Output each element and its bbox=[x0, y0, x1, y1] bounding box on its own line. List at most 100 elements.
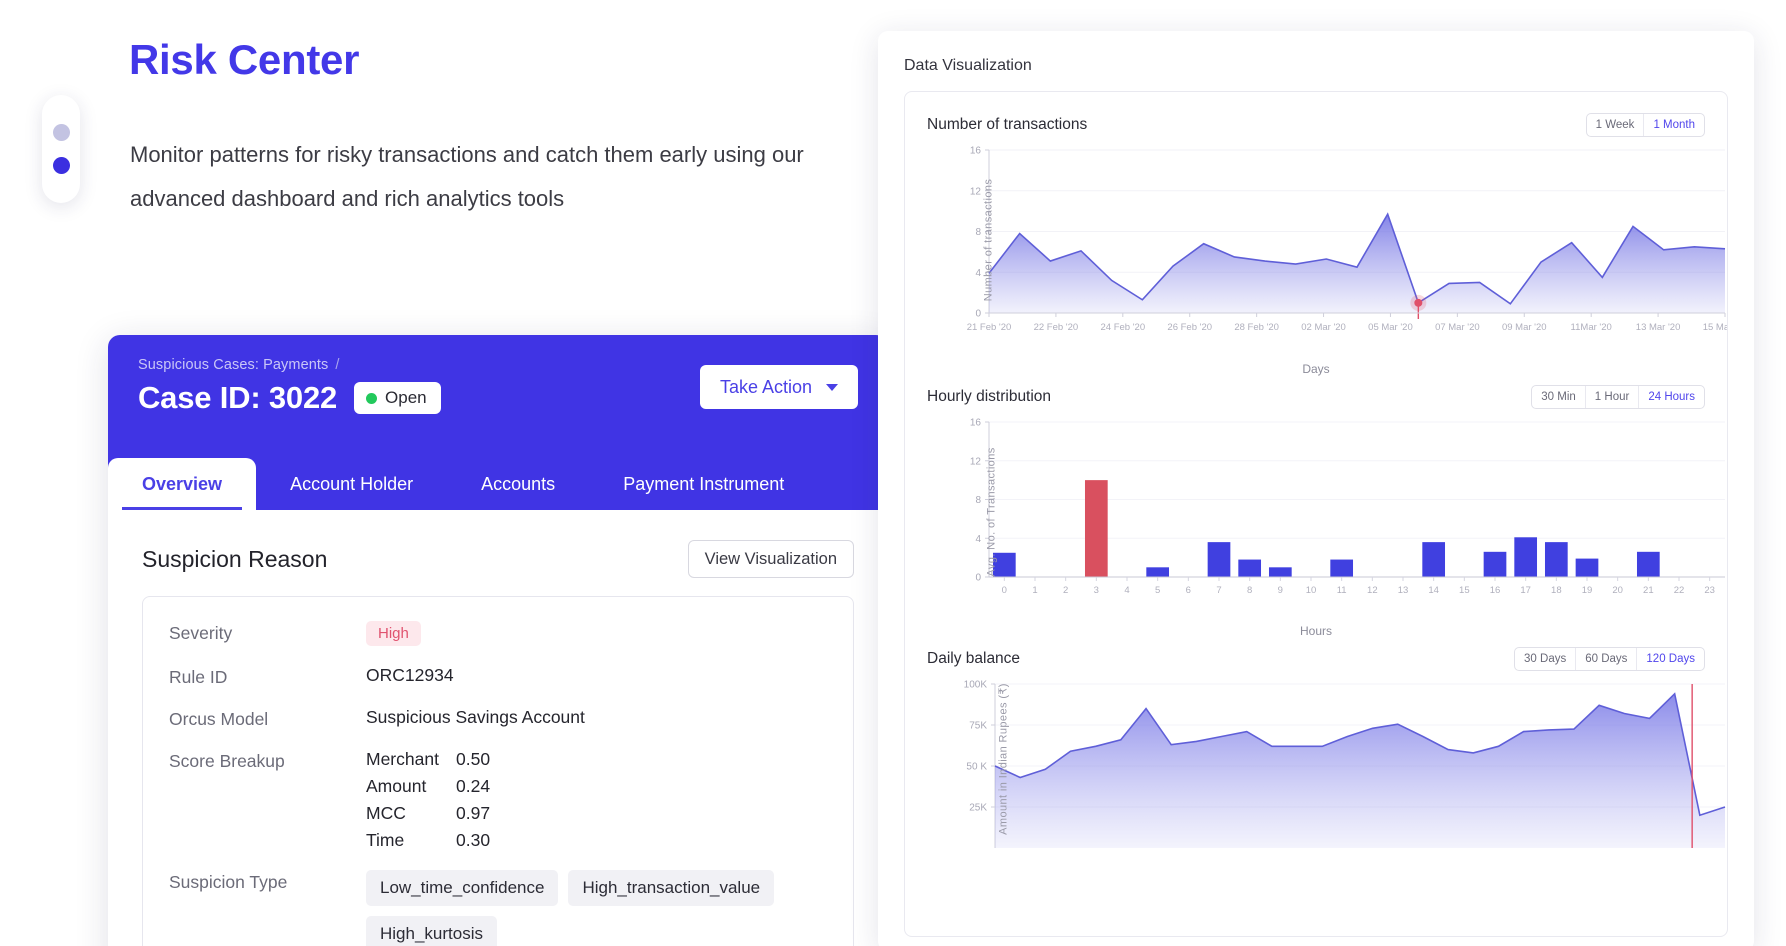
page-subtitle: Monitor patterns for risky transactions … bbox=[130, 142, 804, 211]
svg-text:19: 19 bbox=[1582, 585, 1593, 596]
svg-text:21: 21 bbox=[1643, 585, 1654, 596]
svg-text:0: 0 bbox=[975, 573, 981, 584]
svg-text:12: 12 bbox=[970, 456, 982, 467]
chevron-down-icon bbox=[826, 383, 838, 391]
breadcrumb-separator: / bbox=[335, 357, 340, 373]
range-30-min[interactable]: 30 Min bbox=[1532, 386, 1586, 408]
orcus-model-value: Suspicious Savings Account bbox=[366, 707, 585, 727]
svg-text:16: 16 bbox=[970, 418, 982, 429]
svg-text:23: 23 bbox=[1704, 585, 1715, 596]
svg-text:16: 16 bbox=[970, 146, 982, 157]
score-breakup-table: Merchant 0.50 Amount 0.24 MCC 0.97 Time … bbox=[366, 749, 490, 851]
tab-overview[interactable]: Overview bbox=[108, 458, 257, 510]
case-tabs: Overview Account Holder Accounts Payment… bbox=[108, 458, 888, 510]
svg-text:24 Feb '20: 24 Feb '20 bbox=[1101, 322, 1146, 333]
severity-badge: High bbox=[366, 621, 421, 646]
svg-text:20: 20 bbox=[1612, 585, 1623, 596]
chart1-range-selector[interactable]: 1 Week 1 Month bbox=[1585, 113, 1705, 137]
svg-text:11Mar '20: 11Mar '20 bbox=[1571, 322, 1612, 333]
case-detail-card: Suspicious Cases: Payments / Case ID: 302… bbox=[108, 335, 888, 946]
score-value: 0.97 bbox=[456, 803, 491, 823]
svg-text:13: 13 bbox=[1398, 585, 1409, 596]
svg-text:50 K: 50 K bbox=[966, 762, 987, 773]
breadcrumb-label[interactable]: Suspicious Cases: Payments bbox=[138, 357, 328, 373]
tab-payment-instrument[interactable]: Payment Instrument bbox=[589, 458, 818, 510]
svg-text:07 Mar '20: 07 Mar '20 bbox=[1435, 322, 1480, 333]
chart1-ylabel: Number of transactions bbox=[982, 178, 995, 302]
range-60-days[interactable]: 60 Days bbox=[1576, 648, 1638, 670]
status-dot-icon bbox=[366, 392, 378, 404]
nav-dot-2[interactable] bbox=[52, 157, 70, 174]
svg-text:16: 16 bbox=[1490, 585, 1501, 596]
chart3-svg-wrap: 25K 50 K 75K 100K bbox=[953, 674, 1726, 859]
view-visualization-button[interactable]: View Visualization bbox=[687, 540, 854, 578]
field-orcus-model: Orcus Model Suspicious Savings Account bbox=[169, 707, 827, 730]
svg-text:7: 7 bbox=[1216, 585, 1221, 596]
svg-text:13 Mar '20: 13 Mar '20 bbox=[1636, 322, 1681, 333]
nav-dot-1[interactable] bbox=[52, 124, 70, 141]
rule-id-value: ORC12934 bbox=[366, 665, 454, 685]
chart1-svg-wrap: 0 4 8 12 16 21 Feb '20 22 Feb '20 24 Feb '20 26 … bbox=[953, 140, 1727, 360]
range-1-month[interactable]: 1 Month bbox=[1644, 114, 1704, 136]
page-root: Risk Center Monitor patterns for risky t… bbox=[0, 0, 1786, 946]
chart1-title: Number of transactions bbox=[927, 116, 1088, 133]
score-name: Amount bbox=[366, 776, 427, 796]
svg-text:15 Mar '20: 15 Mar '20 bbox=[1703, 322, 1728, 333]
range-24-hours[interactable]: 24 Hours bbox=[1639, 386, 1704, 408]
chart3-range-selector[interactable]: 30 Days 60 Days 120 Days bbox=[1514, 647, 1705, 671]
status-badge: Open bbox=[354, 382, 441, 414]
svg-text:10: 10 bbox=[1306, 585, 1317, 596]
score-name: Merchant bbox=[366, 749, 439, 769]
suspicion-reason-header: Suspicion Reason View Visualization bbox=[142, 540, 854, 578]
suspicion-chip: High_kurtosis bbox=[366, 916, 497, 946]
svg-text:4: 4 bbox=[975, 268, 981, 279]
suspicion-type-label: Suspicion Type bbox=[169, 872, 288, 892]
svg-text:25K: 25K bbox=[969, 803, 987, 814]
tab-accounts[interactable]: Accounts bbox=[447, 458, 589, 510]
take-action-button[interactable]: Take Action bbox=[699, 365, 858, 409]
svg-text:12: 12 bbox=[970, 186, 982, 197]
field-suspicion-type: Suspicion Type Low_time_confidence High_… bbox=[169, 870, 827, 946]
score-value: 0.24 bbox=[456, 776, 491, 796]
chart2-header: Hourly distribution 30 Min 1 Hour 24 Hou… bbox=[927, 382, 1705, 412]
pagination-nav[interactable] bbox=[42, 95, 80, 203]
page-title: Risk Center bbox=[129, 36, 360, 83]
field-severity: Severity High bbox=[169, 621, 827, 646]
svg-text:22: 22 bbox=[1674, 585, 1685, 596]
range-1-hour[interactable]: 1 Hour bbox=[1586, 386, 1640, 408]
charts-container: Number of transactions 1 Week 1 Month Nu… bbox=[904, 91, 1728, 937]
orcus-model-label: Orcus Model bbox=[169, 709, 269, 729]
tab-account-holder[interactable]: Account Holder bbox=[256, 458, 447, 510]
svg-text:8: 8 bbox=[1247, 585, 1252, 596]
status-label: Open bbox=[385, 388, 427, 407]
svg-text:09 Mar '20: 09 Mar '20 bbox=[1502, 322, 1547, 333]
svg-text:4: 4 bbox=[975, 534, 981, 545]
svg-text:9: 9 bbox=[1278, 585, 1283, 596]
severity-value-wrap: High bbox=[366, 621, 421, 646]
chart2-range-selector[interactable]: 30 Min 1 Hour 24 Hours bbox=[1531, 385, 1705, 409]
svg-text:6: 6 bbox=[1186, 585, 1191, 596]
severity-label: Severity bbox=[169, 623, 233, 643]
field-rule-id: Rule ID ORC12934 bbox=[169, 665, 827, 688]
svg-text:05 Mar '20: 05 Mar '20 bbox=[1368, 322, 1413, 333]
case-header: Suspicious Cases: Payments / Case ID: 302… bbox=[108, 335, 888, 458]
range-120-days[interactable]: 120 Days bbox=[1637, 648, 1704, 670]
svg-text:22 Feb '20: 22 Feb '20 bbox=[1034, 322, 1079, 333]
svg-text:75K: 75K bbox=[969, 721, 987, 732]
svg-text:02 Mar '20: 02 Mar '20 bbox=[1301, 322, 1346, 333]
svg-text:26 Feb '20: 26 Feb '20 bbox=[1167, 322, 1212, 333]
svg-text:0: 0 bbox=[1002, 585, 1007, 596]
score-breakup-label: Score Breakup bbox=[169, 751, 285, 771]
svg-text:15: 15 bbox=[1459, 585, 1470, 596]
chart3-plot: Amount in Indian Rupees (₹) 25K 50 K 75K 10… bbox=[927, 674, 1726, 859]
chart-hourly-distribution: Hourly distribution 30 Min 1 Hour 24 Hou… bbox=[927, 382, 1725, 638]
chart3-ylabel: Amount in Indian Rupees (₹) bbox=[997, 683, 1010, 835]
svg-text:8: 8 bbox=[975, 495, 981, 506]
svg-text:8: 8 bbox=[975, 227, 981, 238]
case-id: Case ID: 3022 bbox=[138, 380, 338, 415]
chart2-ylabel: Avg. No. of Transactions bbox=[985, 447, 998, 577]
range-30-days[interactable]: 30 Days bbox=[1515, 648, 1577, 670]
chart2-xlabel: Hours bbox=[1299, 624, 1332, 638]
chart-daily-balance: Daily balance 30 Days 60 Days 120 Days A… bbox=[927, 644, 1726, 859]
range-1-week[interactable]: 1 Week bbox=[1587, 114, 1645, 136]
